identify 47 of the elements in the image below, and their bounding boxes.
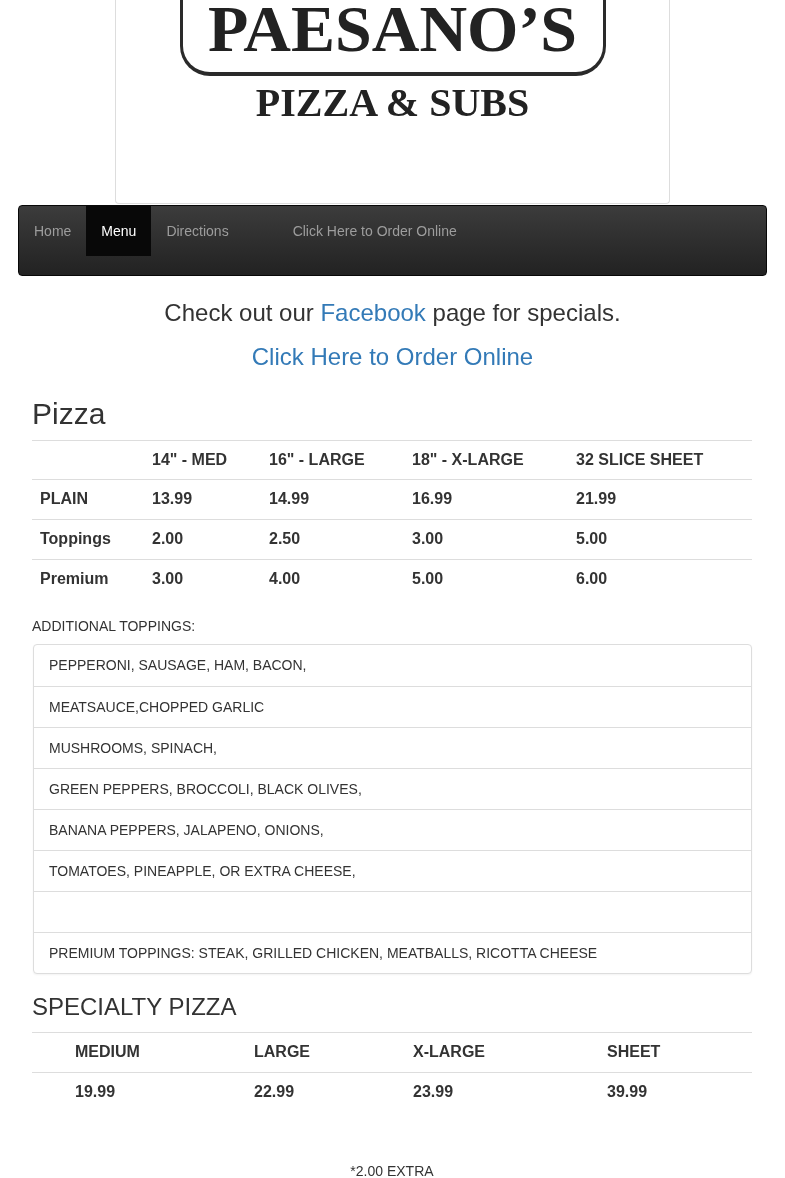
column-header: X-LARGE [413, 1043, 485, 1060]
price-cell: 21.99 [576, 490, 617, 507]
price-cell: 22.99 [254, 1083, 295, 1100]
column-header: 18" - X-LARGE [412, 451, 524, 468]
column-header: 32 SLICE SHEET [576, 451, 704, 468]
nav-link[interactable]: Click Here to Order Online [277, 206, 472, 256]
facebook-link[interactable]: Facebook [320, 299, 426, 326]
price-cell: 2.50 [269, 530, 301, 547]
price-cell: 3.00 [152, 570, 184, 587]
price-cell: 39.99 [607, 1083, 648, 1100]
price-cell: 19.99 [75, 1083, 116, 1100]
section-heading: SPECIALTY PIZZA [32, 994, 237, 1020]
price-cell: 5.00 [412, 570, 444, 587]
row-header: Premium [40, 570, 109, 587]
topping-item: PEPPERONI, SAUSAGE, HAM, BACON, [48, 656, 308, 675]
topping-item: BANANA PEPPERS, JALAPENO, ONIONS, [34, 809, 751, 850]
section-heading: Pizza [32, 397, 106, 430]
price-cell: 6.00 [576, 570, 608, 587]
topping-item: MEATSAUCE,CHOPPED GARLIC [34, 686, 751, 727]
price-cell: 16.99 [412, 490, 453, 507]
price-cell: 5.00 [576, 530, 608, 547]
row-header: PLAIN [40, 490, 88, 507]
logo-tagline: PIZZA & SUBS [255, 83, 530, 123]
topping-item: TOMATOES, PINEAPPLE, OR EXTRA CHEESE, [34, 850, 751, 891]
order-online-link[interactable]: Click Here to Order Online [251, 343, 534, 370]
price-cell: 2.00 [152, 530, 184, 547]
column-header: MEDIUM [75, 1043, 140, 1060]
specials-message: Check out our Facebook page for specials. [163, 300, 622, 326]
row-header: Toppings [40, 530, 111, 547]
price-cell: 14.99 [269, 490, 310, 507]
nav-link[interactable]: Menu [86, 206, 152, 256]
column-header: LARGE [254, 1043, 310, 1060]
toppings-label: ADDITIONAL TOPPINGS: [32, 618, 196, 634]
column-header: 14" - MED [152, 451, 228, 468]
price-cell: 3.00 [412, 530, 444, 547]
logo-name: PAESANO’S [207, 0, 578, 62]
column-header: 16" - LARGE [269, 451, 365, 468]
column-header: SHEET [607, 1043, 661, 1060]
nav-link[interactable]: Directions [151, 206, 244, 256]
footnote: *2.00 EXTRA [350, 1163, 434, 1178]
topping-item: PREMIUM TOPPINGS: STEAK, GRILLED CHICKEN, MEATBALLS, RICOTTA CHEESE [34, 932, 751, 973]
price-cell: 4.00 [269, 570, 301, 587]
topping-item: GREEN PEPPERS, BROCCOLI, BLACK OLIVES, [34, 768, 751, 809]
price-cell: 23.99 [413, 1083, 454, 1100]
nav-link[interactable]: Home [19, 206, 87, 256]
topping-item: MUSHROOMS, SPINACH, [34, 727, 751, 768]
price-cell: 13.99 [152, 490, 193, 507]
